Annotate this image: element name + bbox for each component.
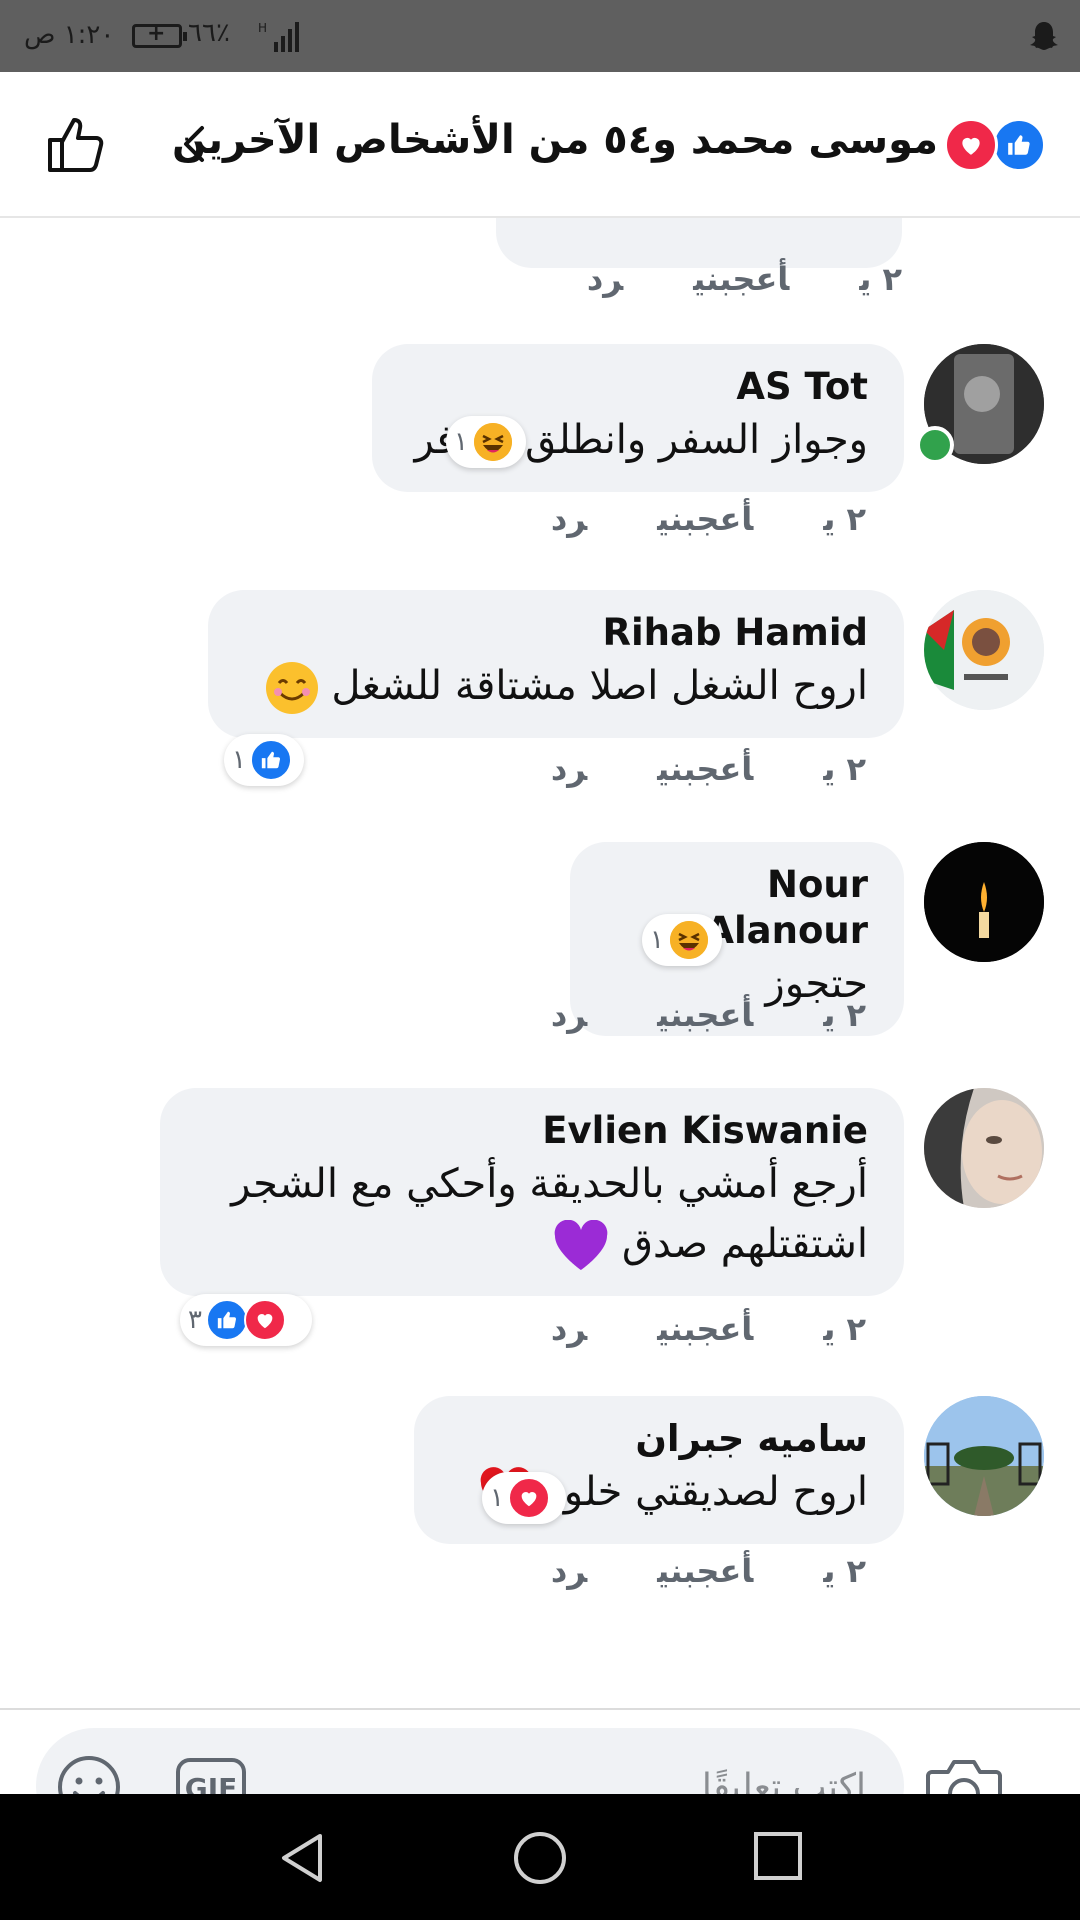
composer-divider [0,1708,1080,1710]
reply-link[interactable]: رد [551,500,587,538]
gif-button[interactable]: GIF [176,1758,246,1794]
home-circle-icon[interactable] [512,1830,568,1886]
comment-bubble[interactable]: Evlien Kiswanie أرجع أمشي بالحديقة وأحكي… [160,1088,904,1296]
battery-percent: ٦٦٪ [188,18,230,48]
svg-text:H: H [258,21,267,35]
smiley-icon[interactable] [56,1754,122,1794]
comment-time: ٢ ي [823,750,866,788]
comment-time: ٢ ي [823,500,866,538]
avatar[interactable] [924,1396,1044,1516]
reactions-summary-title[interactable]: موسى محمد و٥٤ من الأشخاص الآخرين [172,117,938,163]
comment-bubble[interactable]: ساميه جبران اروح لصديقتي خلود [414,1396,904,1544]
reply-link[interactable]: رد [551,1552,587,1590]
chevron-left-icon[interactable] [172,120,220,168]
haha-reaction-icon [667,919,710,961]
snapchat-icon [1030,22,1058,50]
comment-author[interactable]: ساميه جبران [450,1416,868,1462]
reply-link[interactable]: رد [551,1310,587,1348]
comment-time: ٢ ي [823,1552,866,1590]
comment-text-body: اروح الشغل اصلا مشتاقة للشغل [331,663,868,709]
like-link[interactable]: أعجبني [657,500,753,538]
like-reaction-icon [992,118,1046,172]
comment-meta: ٢ ي أعجبني رد [551,1310,866,1348]
comment-author[interactable]: AS Tot [408,364,868,410]
comment-author[interactable]: Evlien Kiswanie [196,1108,868,1154]
status-bar: ١:٢٠ ص + ٦٦٪ H [0,0,1080,72]
camera-icon[interactable] [924,1752,1004,1794]
like-link[interactable]: أعجبني [657,1310,753,1348]
like-link[interactable]: أعجبني [657,996,753,1034]
reaction-count: ١ [490,1483,504,1513]
online-status-dot [916,426,954,464]
reaction-chip[interactable]: ٣ [180,1294,312,1346]
back-triangle-icon[interactable] [274,1830,330,1886]
status-time: ١:٢٠ ص [24,20,115,50]
comment-author[interactable]: Rihab Hamid [244,610,868,656]
comment-composer: GIF [36,1728,904,1794]
avatar[interactable] [924,1088,1044,1208]
comment-time: ٢ ي [823,996,866,1034]
comment-text: اروح الشغل اصلا مشتاقة للشغل [244,656,868,716]
avatar[interactable] [924,590,1044,710]
comment-text-body: اروح لصديقتي خلود [545,1469,868,1515]
reaction-count: ٣ [188,1305,202,1335]
comment-meta: ٢ ي أعجبني رد [551,500,866,538]
love-reaction-icon [507,1477,550,1519]
comments-sheet: موسى محمد و٥٤ من الأشخاص الآخرين ٢ ي أعجب… [0,72,1080,1794]
comment-input[interactable] [304,1758,868,1794]
reaction-chip[interactable]: ١ [482,1472,566,1524]
like-reaction-icon [205,1299,248,1341]
comment-bubble[interactable]: AS Tot وجواز السفر وانطلق اسافر [372,344,904,492]
signal-icon: H [258,21,299,52]
battery-icon: + [132,21,187,48]
reply-link[interactable]: رد [551,750,587,788]
like-reaction-icon [249,739,292,781]
reply-link[interactable]: رد [551,996,587,1034]
comment-meta: ٢ ي أعجبني رد [551,996,866,1034]
love-reaction-icon [944,118,998,172]
thumbs-up-outline-icon[interactable] [44,112,108,176]
avatar[interactable] [924,842,1044,962]
haha-reaction-icon [471,421,514,463]
comment-meta: ٢ ي أعجبني رد [551,750,866,788]
like-link[interactable]: أعجبني [693,260,789,298]
reaction-chip[interactable]: ١ [642,914,722,966]
reaction-chip[interactable]: ١ [224,734,304,786]
comment-meta: ٢ ي أعجبني رد [551,1552,866,1590]
comment-meta-partial: ٢ ي أعجبني رد [587,260,902,298]
reaction-count: ١ [454,427,468,457]
like-link[interactable]: أعجبني [657,750,753,788]
recent-apps-icon[interactable] [752,1830,804,1882]
like-link[interactable]: أعجبني [657,1552,753,1590]
love-reaction-icon [243,1299,286,1341]
reaction-count: ١ [650,925,664,955]
comment-time: ٢ ي [859,260,902,298]
comment-time: ٢ ي [823,1310,866,1348]
reaction-chip[interactable]: ١ [446,416,526,468]
reaction-count: ١ [232,745,246,775]
android-nav-bar [0,1794,1080,1920]
smiling-face-emoji-icon [265,662,318,714]
comment-text-line: اشتقتلهم صدق [621,1221,868,1267]
comments-feed: ٢ ي أعجبني رد AS Tot وجواز السفر وانطلق اس… [0,216,1080,1706]
comment-bubble[interactable]: Rihab Hamid اروح الشغل اصلا مشتاقة للشغل [208,590,904,738]
comment-text-line: أرجع أمشي بالحديقة وأحكي مع الشجر [231,1161,868,1207]
comment-text: اشتقتلهم صدق [196,1214,868,1274]
reactions-header: موسى محمد و٥٤ من الأشخاص الآخرين [0,72,1080,218]
purple-heart-emoji-icon [554,1220,608,1270]
reply-link[interactable]: رد [587,260,623,298]
